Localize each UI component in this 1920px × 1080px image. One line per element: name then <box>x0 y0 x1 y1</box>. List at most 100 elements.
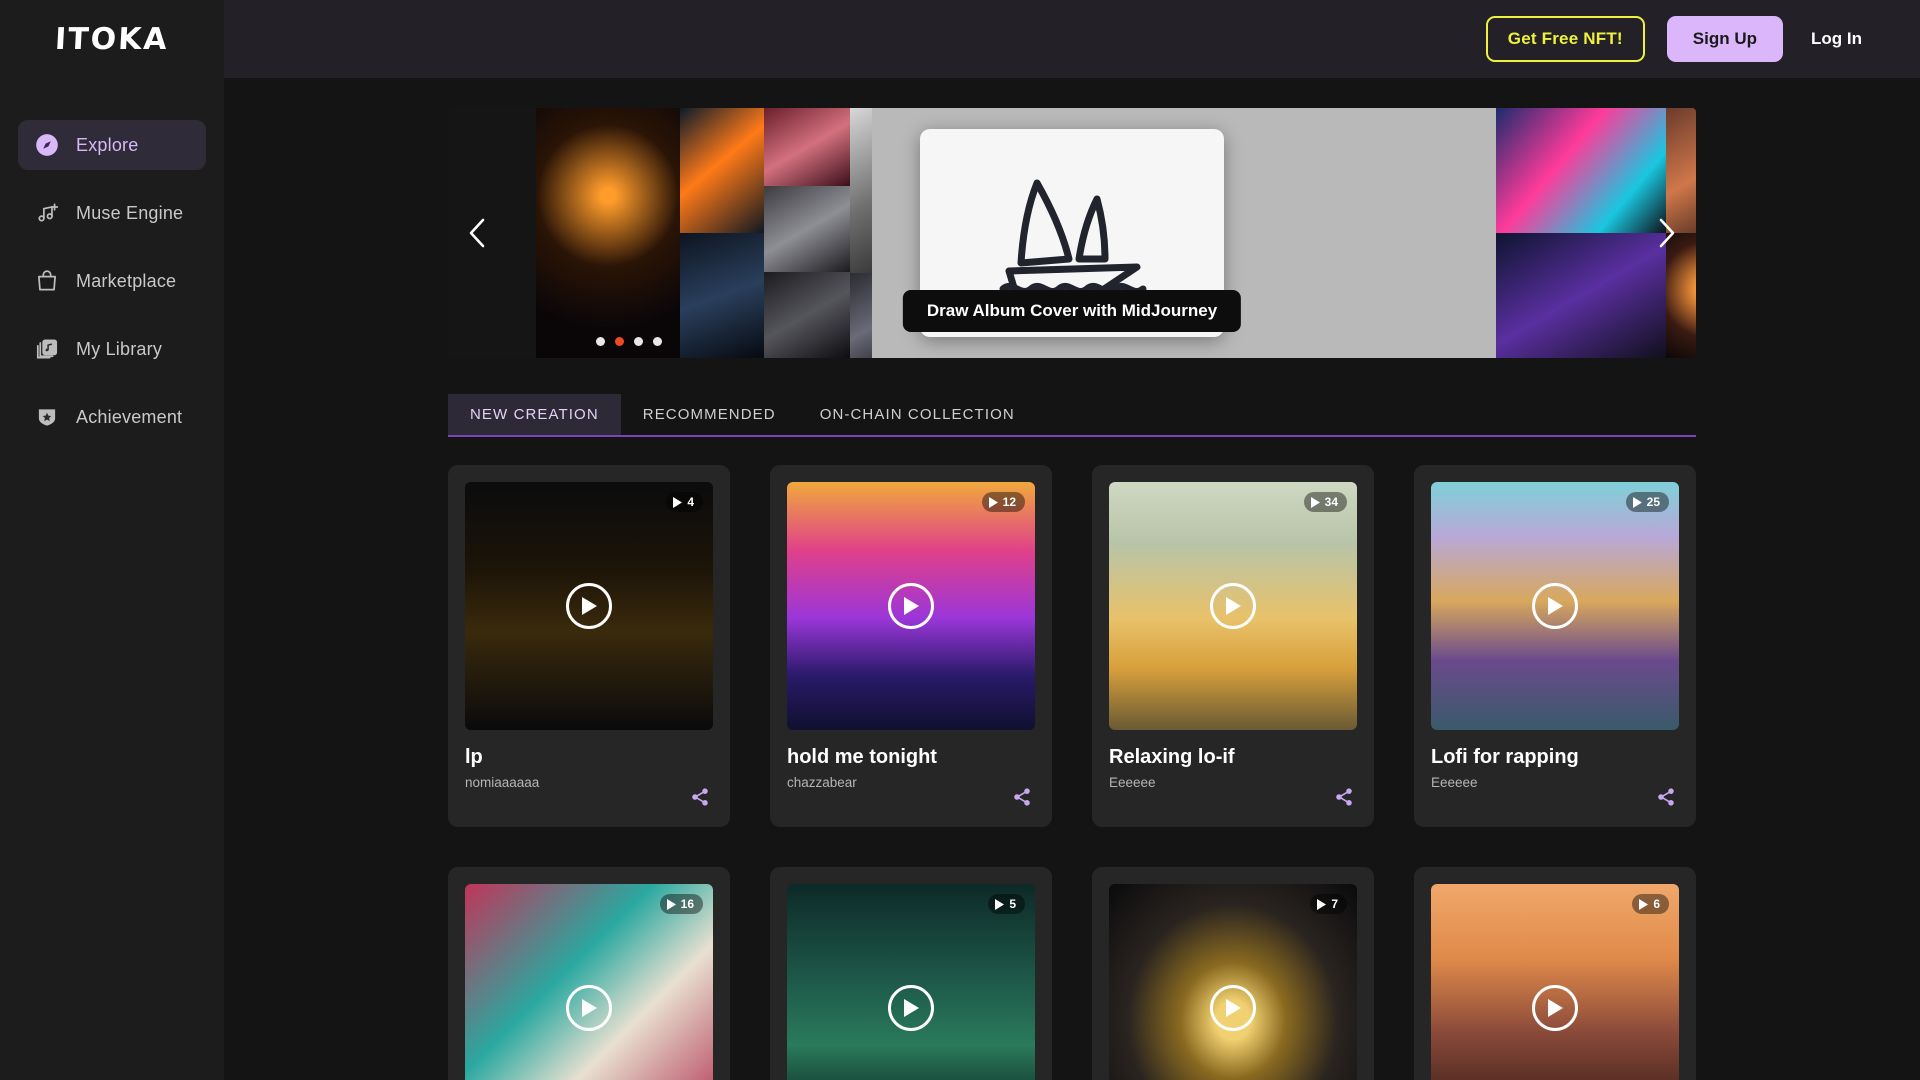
library-icon <box>34 336 60 362</box>
carousel-thumb[interactable] <box>764 108 850 186</box>
track-thumbnail[interactable]: 25 <box>1431 482 1679 730</box>
sidebar-item-muse-engine[interactable]: Muse Engine <box>18 188 206 238</box>
carousel-next-button[interactable] <box>1646 213 1686 253</box>
tab-recommended[interactable]: RECOMMENDED <box>621 394 798 435</box>
carousel-dot[interactable] <box>653 337 662 346</box>
play-icon <box>1317 898 1327 910</box>
share-button[interactable] <box>1012 787 1032 807</box>
sidebar-item-label: Achievement <box>76 406 183 427</box>
carousel-dot[interactable] <box>615 337 624 346</box>
track-card[interactable]: 4 lp nomiaaaaaa <box>448 465 730 827</box>
play-icon <box>1310 496 1320 508</box>
play-icon <box>1548 999 1563 1017</box>
share-icon <box>1658 788 1674 806</box>
track-card[interactable]: 16 <box>448 867 730 1080</box>
share-button[interactable] <box>1334 787 1354 807</box>
play-button[interactable] <box>1210 583 1256 629</box>
compass-icon <box>34 132 60 158</box>
play-icon <box>1548 597 1563 615</box>
tab-underline <box>448 435 1696 437</box>
track-card[interactable]: 12 hold me tonight chazzabear <box>770 465 1052 827</box>
sidebar-item-achievement[interactable]: Achievement <box>18 392 206 442</box>
carousel-dot[interactable] <box>634 337 643 346</box>
sidebar-item-marketplace[interactable]: Marketplace <box>18 256 206 306</box>
play-button[interactable] <box>888 583 934 629</box>
carousel-thumb[interactable] <box>536 108 680 358</box>
carousel-thumb[interactable] <box>680 108 764 233</box>
log-in-button[interactable]: Log In <box>1805 21 1868 57</box>
track-thumbnail[interactable]: 4 <box>465 482 713 730</box>
carousel-thumb-column <box>1496 108 1666 358</box>
sign-up-button[interactable]: Sign Up <box>1666 16 1784 62</box>
play-count: 25 <box>1646 495 1660 509</box>
track-thumbnail[interactable]: 7 <box>1109 884 1357 1080</box>
badge-star-icon <box>34 404 60 430</box>
track-thumbnail[interactable]: 16 <box>465 884 713 1080</box>
play-count-badge: 25 <box>1625 492 1669 512</box>
carousel-thumb[interactable] <box>680 233 764 358</box>
track-thumbnail[interactable]: 12 <box>787 482 1035 730</box>
midjourney-sailboat-icon <box>999 179 1147 296</box>
carousel-prev-button[interactable] <box>458 213 498 253</box>
track-thumbnail[interactable]: 34 <box>1109 482 1357 730</box>
track-card[interactable]: 6 <box>1414 867 1696 1080</box>
play-icon <box>666 898 676 910</box>
track-card[interactable]: 34 Relaxing lo-if Eeeeee <box>1092 465 1374 827</box>
top-bar: Get Free NFT! Sign Up Log In <box>224 0 1920 78</box>
track-card[interactable]: 25 Lofi for rapping Eeeeee <box>1414 465 1696 827</box>
sidebar-item-my-library[interactable]: My Library <box>18 324 206 374</box>
play-button[interactable] <box>1532 985 1578 1031</box>
track-title: Relaxing lo-if <box>1109 746 1235 768</box>
play-count-badge: 12 <box>981 492 1025 512</box>
sidebar: ITOKA Explore Muse Engine Marketplace My… <box>0 0 224 1080</box>
track-card[interactable]: 7 <box>1092 867 1374 1080</box>
shopping-bag-icon <box>34 268 60 294</box>
play-button[interactable] <box>888 985 934 1031</box>
play-button[interactable] <box>566 985 612 1031</box>
track-artist: Eeeeee <box>1431 775 1478 790</box>
music-plus-icon <box>34 200 60 226</box>
play-icon <box>1226 999 1241 1017</box>
sidebar-item-explore[interactable]: Explore <box>18 120 206 170</box>
track-thumbnail[interactable]: 5 <box>787 884 1035 1080</box>
play-count-badge: 5 <box>988 894 1025 914</box>
share-icon <box>692 788 708 806</box>
tab-on-chain-collection[interactable]: ON-CHAIN COLLECTION <box>798 394 1037 435</box>
carousel-thumb[interactable] <box>764 186 850 272</box>
track-artist: chazzabear <box>787 775 857 790</box>
play-icon <box>904 999 919 1017</box>
track-card[interactable]: 5 <box>770 867 1052 1080</box>
play-count: 6 <box>1653 897 1660 911</box>
main-area: Get Free NFT! Sign Up Log In Draw Album … <box>224 0 1920 1080</box>
get-free-nft-button[interactable]: Get Free NFT! <box>1485 16 1645 62</box>
page-content: Draw Album Cover with MidJourney NEW CRE… <box>224 78 1920 1080</box>
share-button[interactable] <box>1656 787 1676 807</box>
app-logo[interactable]: ITOKA <box>0 0 224 78</box>
featured-carousel[interactable]: Draw Album Cover with MidJourney <box>448 108 1696 358</box>
play-icon <box>988 496 998 508</box>
play-icon <box>904 597 919 615</box>
tab-new-creation[interactable]: NEW CREATION <box>448 394 621 435</box>
play-button[interactable] <box>1210 985 1256 1031</box>
track-thumbnail[interactable]: 6 <box>1431 884 1679 1080</box>
share-button[interactable] <box>690 787 710 807</box>
carousel-thumb[interactable] <box>764 272 850 358</box>
carousel-dot[interactable] <box>596 337 605 346</box>
play-count: 5 <box>1009 897 1016 911</box>
carousel-thumb-column <box>764 108 850 358</box>
carousel-thumb[interactable] <box>1496 108 1666 233</box>
carousel-thumb[interactable] <box>1496 233 1666 358</box>
sidebar-item-label: My Library <box>76 338 163 359</box>
track-title: Lofi for rapping <box>1431 746 1579 768</box>
play-count-badge: 7 <box>1310 894 1347 914</box>
play-button[interactable] <box>1532 583 1578 629</box>
share-icon <box>1336 788 1352 806</box>
play-count: 16 <box>680 897 694 911</box>
play-button[interactable] <box>566 583 612 629</box>
play-icon <box>995 898 1005 910</box>
sidebar-item-label: Muse Engine <box>76 202 184 223</box>
play-count: 7 <box>1331 897 1338 911</box>
play-count-badge: 4 <box>666 492 703 512</box>
carousel-dots <box>596 337 662 346</box>
content-tabs: NEW CREATION RECOMMENDED ON-CHAIN COLLEC… <box>448 394 1696 437</box>
